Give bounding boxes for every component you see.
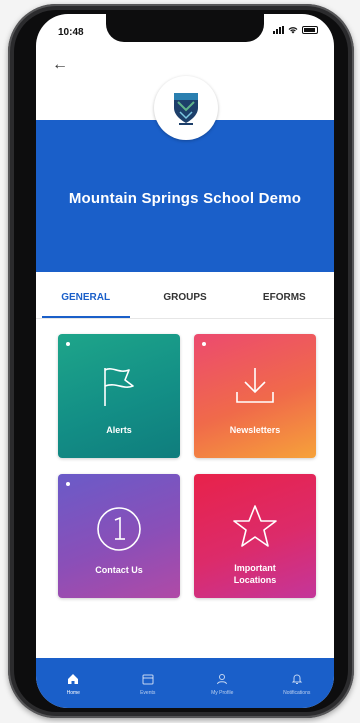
tab-divider [36, 318, 334, 319]
tab-eforms[interactable]: EFORMS [235, 276, 334, 320]
calendar-icon [142, 671, 154, 687]
nav-notifications[interactable]: Notifications [260, 658, 335, 708]
flag-icon [58, 362, 180, 410]
school-title: Mountain Springs School Demo [68, 190, 302, 207]
back-arrow-icon[interactable]: ← [52, 56, 68, 74]
nav-home-label: Home [66, 689, 80, 696]
nav-my-profile[interactable]: My Profile [185, 658, 260, 708]
nav-events-label: Events [140, 689, 156, 696]
bottom-nav: Home Events My Profile Notifications [36, 658, 334, 708]
signal-icon [273, 26, 284, 34]
alerts-tile[interactable]: Alerts [58, 334, 180, 458]
status-icons [273, 26, 318, 34]
status-time: 10:48 [58, 27, 84, 38]
nav-my-profile-label: My Profile [211, 689, 234, 696]
nav-home[interactable]: Home [36, 658, 111, 708]
wifi-icon [288, 27, 298, 34]
tile-indicator-dot [66, 482, 70, 486]
user-icon [216, 671, 228, 687]
nav-events[interactable]: Events [111, 658, 186, 708]
tab-groups[interactable]: GROUPS [135, 276, 234, 320]
contact-us-label: Contact Us [95, 565, 143, 575]
battery-icon [302, 26, 318, 34]
important-locations-tile[interactable]: Important Locations [194, 474, 316, 598]
school-logo [154, 76, 218, 140]
school-crest-icon [174, 93, 198, 125]
tile-indicator-dot [202, 342, 206, 346]
tab-general[interactable]: GENERAL [36, 276, 135, 320]
download-icon [194, 362, 316, 410]
bell-icon [291, 671, 303, 687]
newsletters-label: Newsletters [229, 425, 281, 435]
newsletters-tile[interactable]: Newsletters [194, 334, 316, 458]
tab-bar: GENERAL GROUPS EFORMS [36, 276, 334, 320]
phone-notch [106, 14, 264, 42]
nav-notifications-label: Notifications [283, 689, 311, 696]
alerts-label: Alerts [106, 425, 132, 435]
app-screen: 10:48 ← Mountain Springs School Demo GEN… [36, 14, 334, 708]
home-icon [67, 671, 79, 687]
star-icon [194, 502, 316, 552]
info-circle-icon [58, 504, 180, 554]
tile-indicator-dot [66, 342, 70, 346]
contact-us-tile[interactable]: Contact Us [58, 474, 180, 598]
important-locations-label: Important Locations [233, 563, 277, 585]
